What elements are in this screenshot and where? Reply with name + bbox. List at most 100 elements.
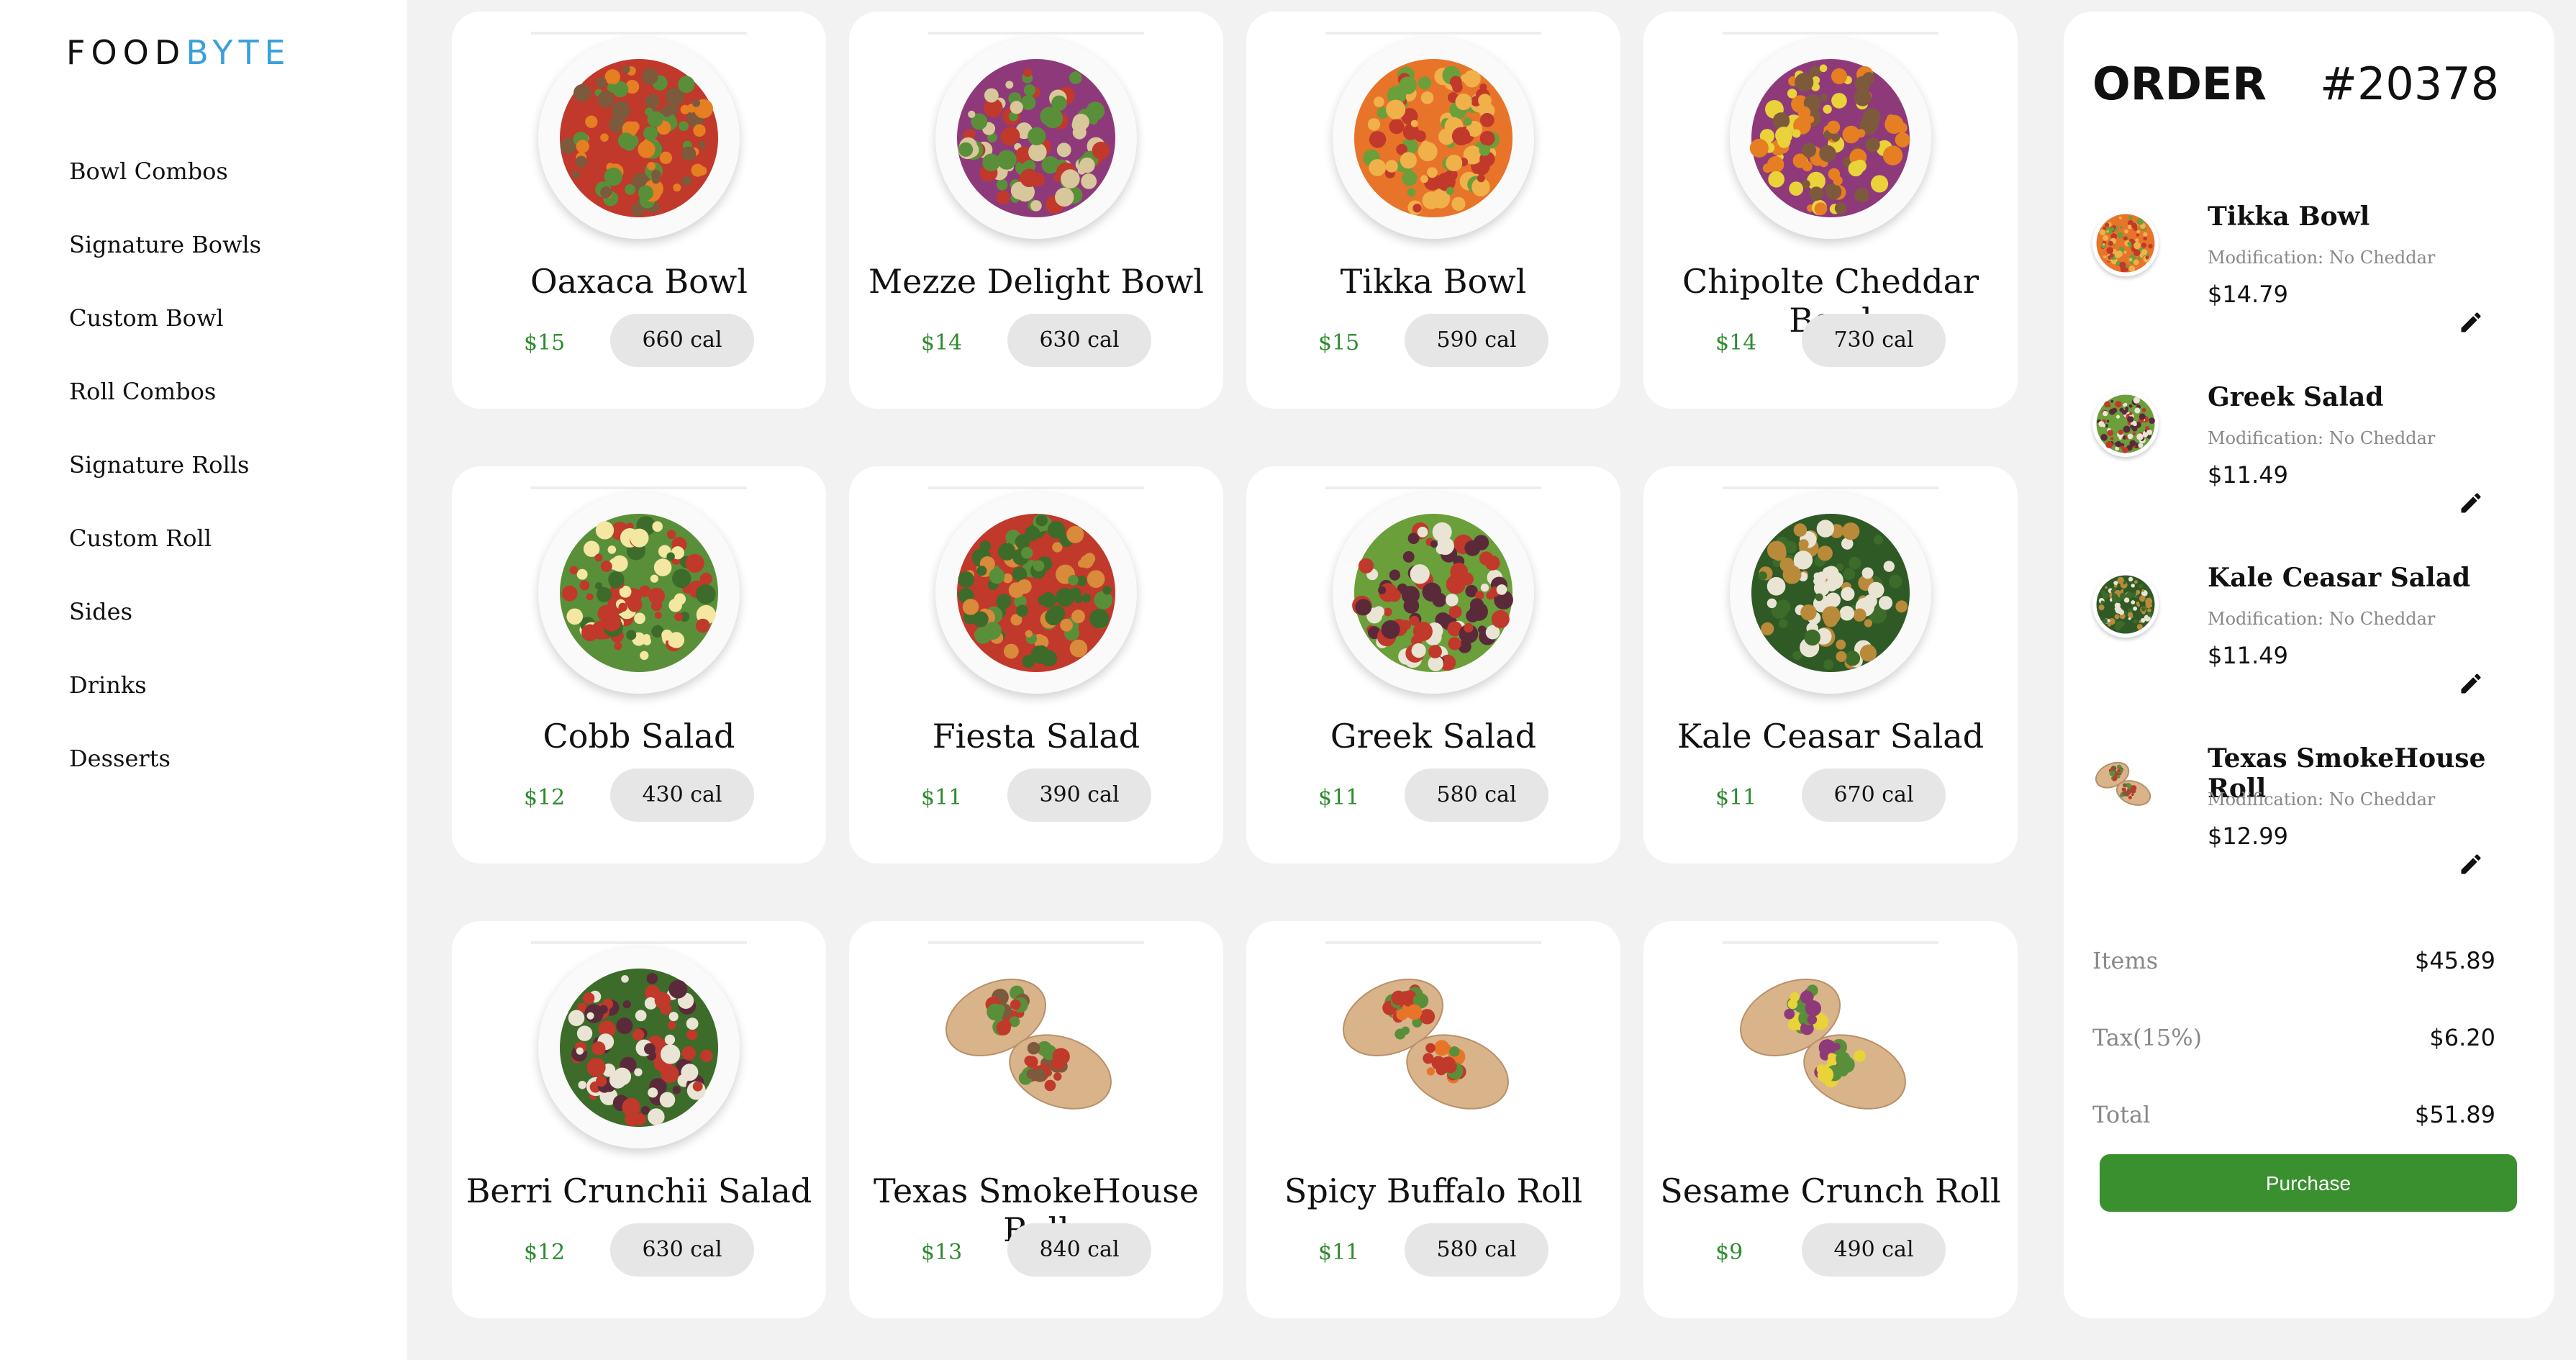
menu-item-name: Oaxaca Bowl bbox=[530, 262, 748, 301]
card-divider bbox=[928, 32, 1144, 35]
summary-tax-label: Tax(15%) bbox=[2092, 1024, 2203, 1051]
order-number: #20378 bbox=[2320, 58, 2500, 110]
calorie-badge: 580 cal bbox=[1405, 1223, 1548, 1277]
nav-item-desserts[interactable]: Desserts bbox=[69, 738, 261, 812]
menu-card[interactable]: Mezze Delight Bowl $14 630 cal bbox=[849, 12, 1223, 409]
menu-card[interactable]: Greek Salad $11 580 cal bbox=[1246, 466, 1620, 863]
calorie-badge: 390 cal bbox=[1007, 769, 1151, 822]
summary-tax-value: $6.20 bbox=[2429, 1024, 2495, 1051]
nav-item-sides[interactable]: Sides bbox=[69, 591, 261, 665]
card-divider bbox=[1723, 486, 1938, 489]
calorie-badge: 590 cal bbox=[1405, 314, 1548, 367]
food-image bbox=[1333, 37, 1534, 239]
brand-logo[interactable]: FOODBYTE bbox=[66, 33, 291, 72]
card-divider bbox=[1325, 941, 1541, 944]
menu-item-price: $14 bbox=[921, 330, 963, 355]
menu-card[interactable]: Oaxaca Bowl $15 660 cal bbox=[452, 12, 826, 409]
menu-card[interactable]: Tikka Bowl $15 590 cal bbox=[1246, 12, 1620, 409]
order-item-price: $14.79 bbox=[2208, 281, 2288, 308]
summary-total-label: Total bbox=[2092, 1101, 2151, 1128]
nav-item-drinks[interactable]: Drinks bbox=[69, 665, 261, 738]
card-divider bbox=[1723, 941, 1938, 944]
brand-name-part1: FOOD bbox=[66, 33, 186, 72]
bowl-plate bbox=[1333, 37, 1534, 239]
nav-item-signature-rolls[interactable]: Signature Rolls bbox=[69, 445, 261, 518]
bowl-plate bbox=[1333, 492, 1534, 694]
card-divider bbox=[1325, 32, 1541, 35]
menu-item-name: Sesame Crunch Roll bbox=[1660, 1171, 2001, 1210]
card-divider bbox=[928, 941, 1144, 944]
menu-item-price: $12 bbox=[524, 1240, 566, 1265]
nav-item-signature-bowls[interactable]: Signature Bowls bbox=[69, 225, 261, 298]
menu-card[interactable]: Berri Crunchii Salad $12 630 cal bbox=[452, 921, 826, 1318]
calorie-badge: 660 cal bbox=[610, 314, 754, 367]
order-panel: ORDER #20378 Tikka Bowl Modification: No… bbox=[2064, 12, 2554, 1318]
bowl-plate bbox=[538, 947, 740, 1148]
food-image bbox=[538, 37, 740, 239]
thumbnail-illustration bbox=[2096, 575, 2155, 634]
food-image bbox=[935, 37, 1137, 239]
calorie-badge: 630 cal bbox=[1007, 314, 1151, 367]
menu-item-name: Spicy Buffalo Roll bbox=[1284, 1171, 1583, 1210]
food-image bbox=[1730, 492, 1931, 694]
menu-card[interactable]: Cobb Salad $12 430 cal bbox=[452, 466, 826, 863]
order-item-modification: Modification: No Cheddar bbox=[2208, 428, 2436, 448]
food-image bbox=[935, 947, 1137, 1148]
order-item-thumbnail bbox=[2092, 210, 2159, 276]
calorie-badge: 730 cal bbox=[1802, 314, 1946, 367]
food-illustration bbox=[1343, 979, 1509, 1110]
menu-card[interactable]: Chipolte Cheddar Bowl $14 730 cal bbox=[1643, 12, 2018, 409]
bowl-plate bbox=[935, 37, 1137, 239]
card-divider bbox=[1325, 486, 1541, 489]
menu-item-price: $15 bbox=[1318, 330, 1360, 355]
pencil-icon[interactable] bbox=[2458, 490, 2484, 516]
card-divider bbox=[531, 941, 747, 944]
food-illustration bbox=[1352, 514, 1513, 672]
summary-total-value: $51.89 bbox=[2415, 1101, 2495, 1128]
food-illustration bbox=[560, 59, 718, 217]
menu-card[interactable]: Spicy Buffalo Roll $11 580 cal bbox=[1246, 921, 1620, 1318]
food-image bbox=[1730, 947, 1931, 1148]
nav-item-custom-bowl[interactable]: Custom Bowl bbox=[69, 298, 261, 371]
menu-card[interactable]: Sesame Crunch Roll $9 490 cal bbox=[1643, 921, 2018, 1318]
nav-item-roll-combos[interactable]: Roll Combos bbox=[69, 371, 261, 445]
category-nav: Bowl Combos Signature Bowls Custom Bowl … bbox=[69, 151, 261, 812]
menu-item-price: $14 bbox=[1715, 330, 1757, 355]
order-item-modification: Modification: No Cheddar bbox=[2208, 609, 2436, 629]
menu-card[interactable]: Fiesta Salad $11 390 cal bbox=[849, 466, 1223, 863]
order-item-thumbnail bbox=[2092, 391, 2159, 457]
order-item-name: Greek Salad bbox=[2208, 382, 2384, 412]
food-illustration bbox=[957, 59, 1115, 217]
calorie-badge: 490 cal bbox=[1802, 1223, 1946, 1277]
sidebar: FOODBYTE Bowl Combos Signature Bowls Cus… bbox=[0, 0, 407, 1360]
thumbnail-illustration bbox=[2096, 214, 2155, 273]
bowl-plate bbox=[935, 492, 1137, 694]
nav-item-custom-roll[interactable]: Custom Roll bbox=[69, 518, 261, 591]
purchase-button[interactable]: Purchase bbox=[2100, 1154, 2517, 1212]
menu-item-name: Berri Crunchii Salad bbox=[466, 1171, 812, 1210]
menu-item-price: $15 bbox=[524, 330, 566, 355]
menu-item-price: $12 bbox=[524, 785, 566, 810]
thumbnail-illustration bbox=[2095, 761, 2151, 806]
menu-item-price: $11 bbox=[921, 785, 963, 810]
menu-card[interactable]: Texas SmokeHouse Roll $13 840 cal bbox=[849, 921, 1223, 1318]
order-item: Kale Ceasar Salad Modification: No Chedd… bbox=[2092, 563, 2539, 714]
order-item: Texas SmokeHouse Roll Modification: No C… bbox=[2092, 743, 2539, 894]
calorie-badge: 430 cal bbox=[610, 769, 754, 822]
pencil-icon[interactable] bbox=[2458, 309, 2484, 335]
calorie-badge: 580 cal bbox=[1405, 769, 1548, 822]
food-illustration bbox=[560, 969, 718, 1127]
order-item: Greek Salad Modification: No Cheddar $11… bbox=[2092, 382, 2539, 533]
pencil-icon[interactable] bbox=[2458, 671, 2484, 697]
menu-item-name: Kale Ceasar Salad bbox=[1677, 717, 1985, 756]
card-divider bbox=[1723, 32, 1938, 35]
nav-item-bowl-combos[interactable]: Bowl Combos bbox=[69, 151, 261, 225]
order-item-thumbnail bbox=[2092, 571, 2159, 638]
menu-item-price: $13 bbox=[921, 1240, 963, 1265]
thumbnail-illustration bbox=[2096, 394, 2155, 453]
menu-card[interactable]: Kale Ceasar Salad $11 670 cal bbox=[1643, 466, 2018, 863]
pencil-icon[interactable] bbox=[2458, 851, 2484, 877]
order-item: Tikka Bowl Modification: No Cheddar $14.… bbox=[2092, 201, 2539, 353]
card-divider bbox=[928, 486, 1144, 489]
menu-item-price: $11 bbox=[1318, 785, 1360, 810]
